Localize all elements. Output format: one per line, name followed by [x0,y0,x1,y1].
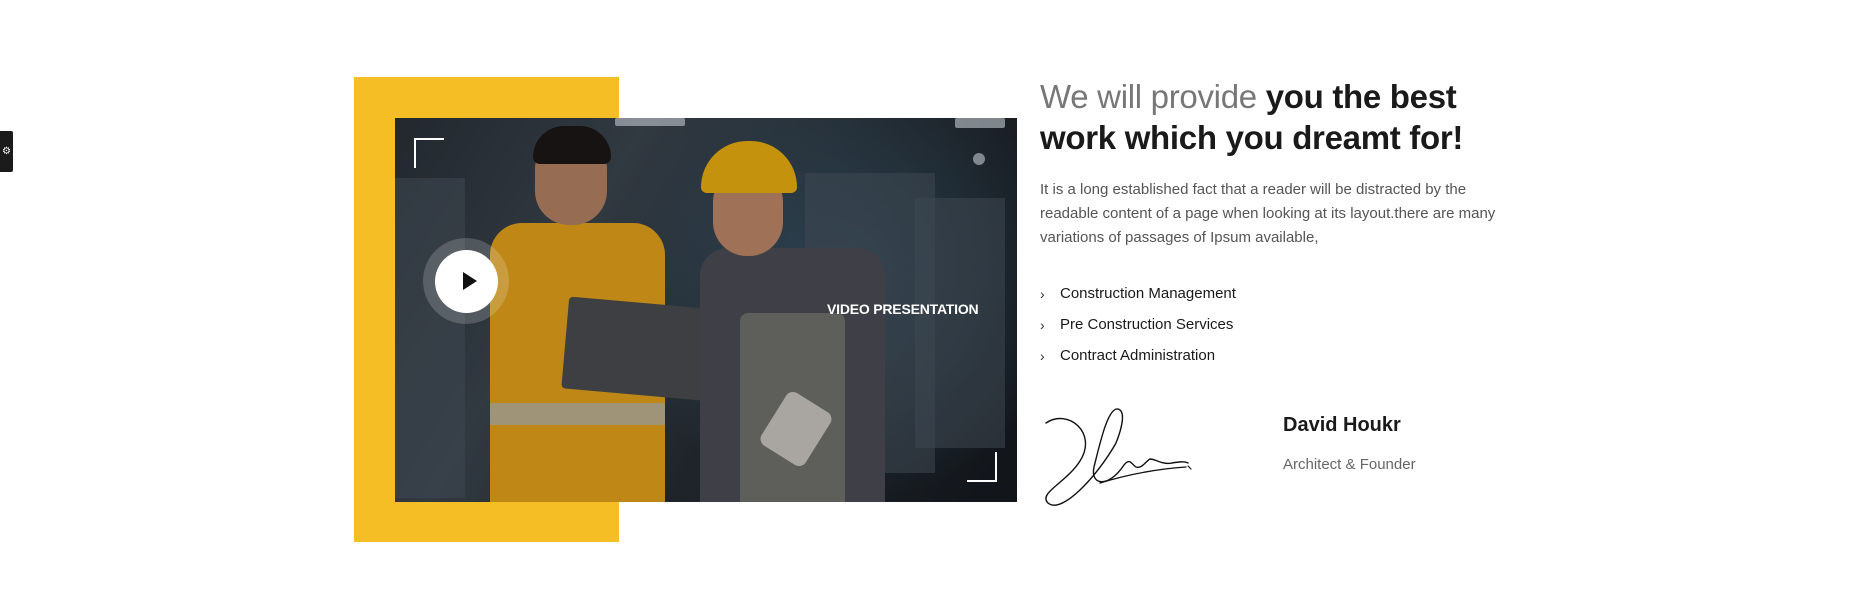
signature-image [1045,408,1192,506]
section-heading: We will provide you the best work which … [1040,76,1520,158]
corner-frame-bottom-right [967,452,997,482]
section-description: It is a long established fact that a rea… [1040,181,1496,246]
corner-frame-top-left [414,138,444,168]
service-label: Pre Construction Services [1060,316,1234,333]
play-video-button[interactable] [435,250,498,313]
about-content: We will provide you the best work which … [1040,76,1520,158]
service-item-contract-administration: › Contract Administration [1040,340,1236,371]
video-presentation-label[interactable]: VIDEO PRESENTATION [827,301,979,317]
play-icon [463,272,477,290]
about-section: VIDEO PRESENTATION We will provide you t… [0,0,1870,603]
service-item-construction-management: › Construction Management [1040,278,1236,309]
author-name: David Houkr [1283,414,1401,436]
chevron-right-icon: › [1040,347,1045,364]
service-label: Construction Management [1060,285,1236,302]
author-role: Architect & Founder [1283,456,1416,473]
chevron-right-icon: › [1040,285,1045,302]
service-label: Contract Administration [1060,347,1216,364]
video-presentation[interactable]: VIDEO PRESENTATION [395,118,1017,502]
service-list: › Construction Management › Pre Construc… [1040,278,1236,371]
heading-light-text: We will provide [1040,78,1257,115]
chevron-right-icon: › [1040,316,1045,333]
service-item-pre-construction-services: › Pre Construction Services [1040,309,1236,340]
